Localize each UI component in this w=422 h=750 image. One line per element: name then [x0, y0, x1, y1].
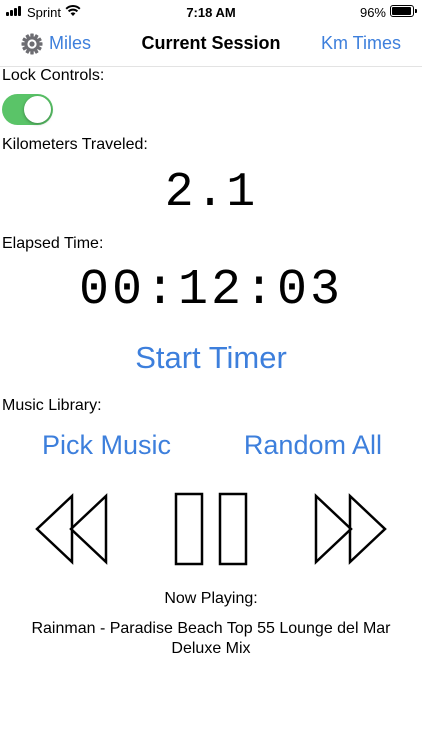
distance-value: 2.1: [164, 166, 258, 220]
battery-percent: 96%: [359, 5, 386, 20]
pick-music-button[interactable]: Pick Music: [42, 430, 171, 461]
pause-icon[interactable]: [173, 492, 249, 566]
kilometers-traveled-label: Kilometers Traveled:: [2, 136, 148, 153]
km-times-button[interactable]: Km Times: [321, 33, 401, 54]
fast-forward-icon[interactable]: [314, 492, 388, 566]
random-all-button[interactable]: Random All: [244, 430, 382, 461]
now-playing-track: Rainman - Paradise Beach Top 55 Lounge d…: [31, 620, 391, 657]
start-timer-button[interactable]: Start Timer: [0, 340, 422, 376]
clock: 7:18 AM: [186, 5, 236, 20]
lock-controls-label: Lock Controls:: [2, 67, 105, 84]
status-bar: Sprint 7:18 AM 96%: [0, 0, 422, 24]
elapsed-time-label: Elapsed Time:: [2, 235, 104, 252]
elapsed-time-value: 00:12:03: [78, 262, 344, 319]
music-library-label: Music Library:: [2, 397, 102, 414]
lock-controls-toggle[interactable]: [2, 94, 53, 125]
rewind-icon[interactable]: [34, 492, 108, 566]
now-playing-label: Now Playing:: [164, 590, 258, 607]
toggle-knob: [24, 96, 51, 123]
battery-icon: [390, 5, 417, 17]
